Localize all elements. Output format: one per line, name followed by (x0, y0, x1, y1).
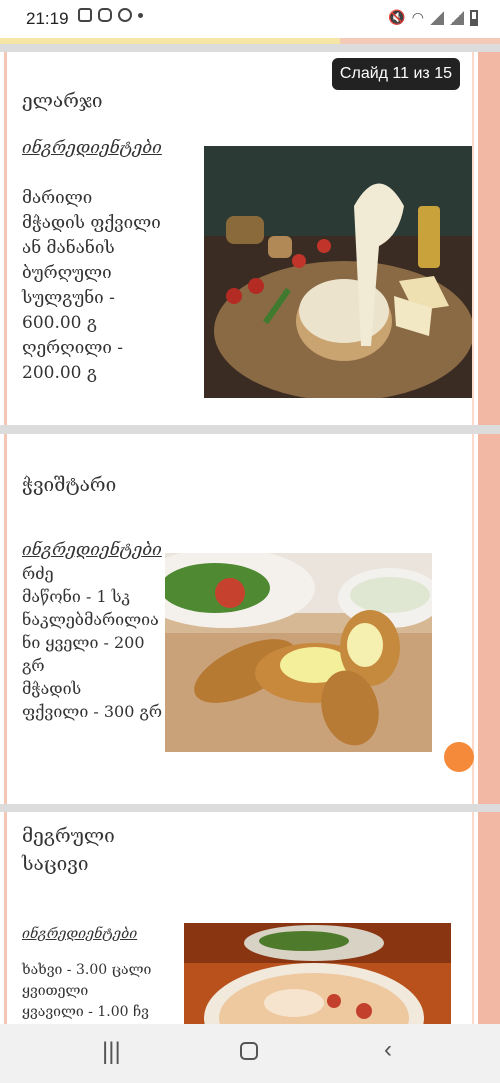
mute-icon: 🔇 (388, 9, 406, 25)
ingredients-heading: ინგრედიენტები (22, 540, 162, 560)
system-icons: 🔇 ◠ (388, 9, 478, 26)
battery-icon (470, 9, 478, 26)
recent-apps-icon[interactable]: ||| (102, 1038, 121, 1066)
ingredients-list: მარილი მჭადის ფქვილი ან მანანის ბურღული … (22, 188, 161, 383)
notification-icons (78, 8, 143, 22)
gallery-icon (78, 8, 92, 22)
dish-photo (165, 553, 432, 752)
dish-title: მეგრული საცივი (22, 825, 115, 875)
slide-counter-badge: Слайд 11 из 15 (331, 58, 460, 90)
navigation-bar: ||| ‹ (0, 1024, 500, 1083)
dish-title: ელარჯი (22, 90, 103, 112)
back-icon[interactable]: ‹ (384, 1036, 392, 1064)
ingredients-heading: ინგრედიენტები (22, 138, 162, 158)
wifi-icon: ◠ (411, 9, 424, 25)
status-bar: 21:19 🔇 ◠ (0, 0, 500, 38)
dish-title: ჭვიშტარი (22, 474, 117, 496)
floating-action-button[interactable] (444, 742, 474, 772)
dish-card-megruli-satsivi: მეგრული საცივი ინგრედიენტები ხახვი - 3.0… (0, 812, 500, 1024)
signal-icon (450, 10, 464, 25)
dish-card-chvishtari: ჭვიშტარი ინგრედიენტები რძე მაწონი - 1 სკ… (0, 434, 500, 804)
dish-photo (204, 146, 474, 398)
dish-card-elarji: Слайд 11 из 15 ელარჯი ინგრედიენტები მარი… (0, 52, 500, 425)
dish-photo (184, 923, 451, 1024)
ingredients-list: რძე მაწონი - 1 სკ ნაკლებმარილია ნი ყველი… (22, 564, 163, 721)
ingredients-heading: ინგრედიენტები (22, 926, 138, 942)
home-icon[interactable] (240, 1042, 258, 1060)
dot-icon (138, 12, 143, 18)
signal-icon (430, 10, 444, 25)
progress-strip (0, 38, 500, 44)
status-time: 21:19 (26, 9, 69, 28)
ingredients-list: ხახვი - 3.00 ცალი ყვითელი ყვავილი - 1.00… (22, 962, 152, 1020)
instagram-icon (98, 8, 112, 22)
viber-icon (118, 8, 132, 22)
